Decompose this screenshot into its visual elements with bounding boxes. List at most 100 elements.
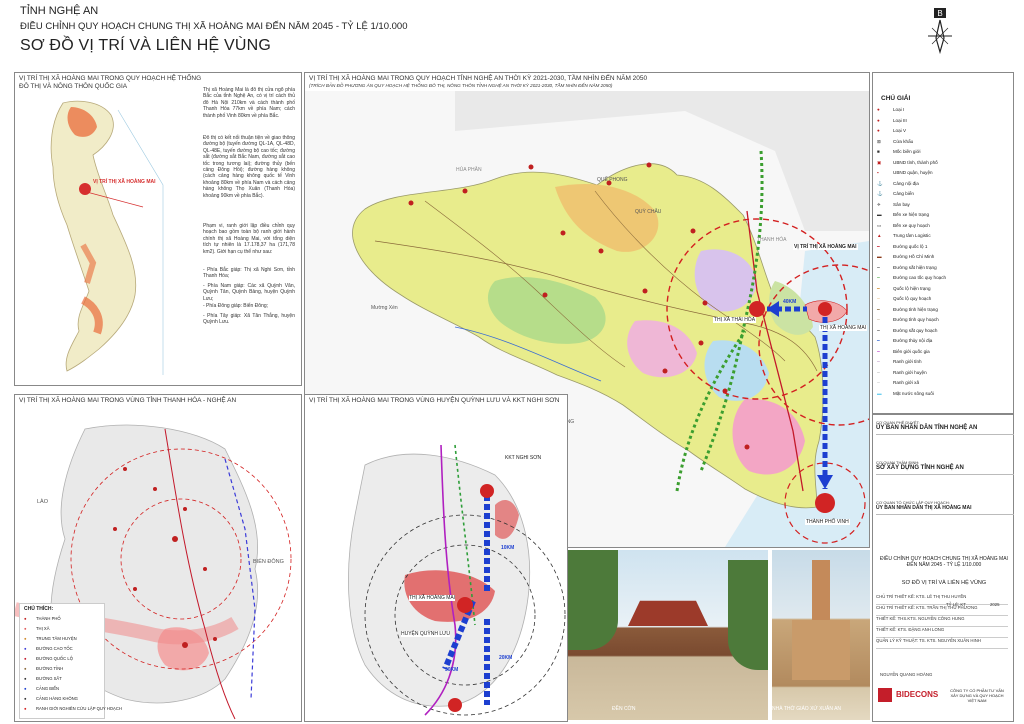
label-thanh-hoa: THANH HÓA — [757, 237, 787, 243]
vietnam-map — [23, 95, 173, 380]
region-legend-symbol-icon: ● — [24, 636, 27, 641]
tb-staff-row: QUẢN LÝ KỸ THUẬT: TS. KTS. NGUYỄN XUÂN H… — [876, 638, 1008, 649]
legend-item: ━ Đường tỉnh hiện trạng — [877, 307, 938, 313]
legend-item-label: UBND tỉnh, thành phố — [893, 159, 938, 165]
legend-symbol-icon: ┄ — [877, 296, 880, 301]
label-district-hoang-mai: THỊ XÃ HOÀNG MAI — [409, 595, 456, 601]
legend-item: ▭ Bến xe quy hoạch — [877, 223, 930, 229]
legend-symbol-icon: ⊠ — [877, 138, 881, 144]
legend-symbol-icon: ┄ — [877, 369, 880, 375]
legend-item-label: Đường tỉnh quy hoạch — [893, 317, 939, 322]
legend-symbol-icon: ⚓ — [877, 191, 883, 196]
legend-symbol-icon: ▲ — [877, 233, 882, 238]
tb-project: ĐIỀU CHỈNH QUY HOẠCH CHUNG THỊ XÃ HOÀNG … — [880, 556, 1008, 568]
label-quy-chau: QUỲ CHÂU — [635, 209, 662, 215]
legend-item: ┄ Đường tỉnh quy hoạch — [877, 317, 939, 323]
legend-symbol-icon: ┅ — [877, 275, 880, 280]
photo-caption-xuan-an: NHÀ THỜ GIÁO XỨ XUÂN AN — [772, 706, 842, 712]
panel-province-subtitle: (TRÍCH BẢN ĐỒ PHƯƠNG ÁN QUY HOẠCH HỆ THỐ… — [309, 83, 613, 88]
district-map — [305, 405, 567, 721]
legend-symbol-icon: ● — [877, 107, 880, 112]
legend-item: ▬ Mặt nước sông suối — [877, 391, 934, 396]
region-legend-item: ● TRUNG TÂM HUYỆN — [24, 636, 77, 641]
label-30km: 30KM — [445, 667, 459, 673]
region-legend-symbol-icon: ● — [24, 646, 27, 651]
legend-item: ┄ Quốc lộ quy hoạch — [877, 296, 931, 302]
region-legend-item-label: THỊ XÃ — [36, 626, 50, 631]
region-legend-item: ● CẢNG HÀNG KHÔNG — [24, 696, 78, 701]
national-map-label: VỊ TRÍ THỊ XÃ HOÀNG MAI — [93, 179, 156, 185]
region-legend-item-label: TRUNG TÂM HUYỆN — [36, 636, 77, 641]
region-legend-item: ● ĐƯỜNG QUỐC LỘ — [24, 656, 73, 661]
label-tx-hoang-mai: THỊ XÃ HOÀNG MAI — [819, 325, 868, 331]
legend-symbol-icon: ━ — [877, 338, 880, 343]
legend-item-label: Loại V — [893, 128, 907, 133]
region-legend-item: ● THỊ XÃ — [24, 626, 50, 631]
company-name: CÔNG TY CỔ PHẦN TƯ VẤN XÂY DỰNG VÀ QUY H… — [950, 688, 1004, 703]
label-lao: LÀO — [37, 499, 49, 505]
legend-item-label: Đường thủy nội địa — [893, 338, 933, 343]
legend-item-label: Biên giới quốc gia — [893, 348, 930, 354]
tb-organizer: CƠ QUAN TỔ CHỨC LẬP QUY HOẠCH: ỦY BAN NH… — [876, 500, 1014, 515]
project-title: ĐIỀU CHỈNH QUY HOẠCH CHUNG THỊ XÃ HOÀNG … — [20, 21, 408, 32]
legend-panel: CHÚ GIẢI ● Loại I ● Loại III ● Loại V ⊠ Cửa khẩ… — [872, 72, 1014, 414]
legend-item-label: Cửa khẩu — [893, 138, 914, 144]
legend-item-label: Bến xe quy hoạch — [893, 222, 930, 228]
label-kkt-nghi-son: KKT NGHI SƠN — [505, 455, 542, 461]
tb-staff: CHỦ TRÌ THIẾT KẾ: KTS. LÊ THỊ THU HUYỀN … — [876, 594, 1008, 649]
legend-symbol-icon: ┄ — [877, 359, 880, 364]
region-legend: CHÚ THÍCH: ● THÀNH PHỐ ● THỊ XÃ ● TRUNG TÂM H… — [19, 603, 122, 719]
panel-national-text2: Đô thị có kết nối thuận tiện về giao thô… — [203, 135, 295, 199]
company-logo-icon — [878, 688, 892, 702]
region-legend-item-label: ĐƯỜNG CAO TỐC — [36, 646, 73, 651]
label-distance-40km: 40KM — [783, 299, 797, 305]
tb-staff-row: THIẾT KẾ: KTS. ĐẶNG ANH LONG — [876, 627, 1008, 638]
legend-item: ┅ Đường sắt quy hoạch — [877, 328, 937, 334]
panel-region-title: VỊ TRÍ THỊ XÃ HOÀNG MAI TRONG VÙNG TỈNH … — [19, 397, 237, 404]
legend-item: ┅ Biên giới quốc gia — [877, 349, 930, 355]
legend-symbol-icon: ━ — [877, 243, 880, 249]
legend-item: ■ Mốc biên giới — [877, 149, 921, 154]
region-legend-item-label: CẢNG HÀNG KHÔNG — [36, 696, 78, 701]
panel-national: VỊ TRÍ THỊ XÃ HOÀNG MAI TRONG QUY HOẠCH … — [14, 72, 302, 386]
legend-item-label: Mốc biên giới — [893, 149, 921, 154]
region-legend-symbol-icon: ● — [24, 616, 27, 621]
legend-item-label: Đường quốc lộ 1 — [893, 243, 928, 249]
legend-item: ✈ Sân bay — [877, 202, 910, 208]
region-legend-item-label: RANH GIỚI NGHIÊN CỨU LẬP QUY HOẠCH — [36, 706, 122, 711]
label-bien-dong: BIỂN ĐÔNG — [253, 559, 284, 565]
legend-item-label: Mặt nước sông suối — [893, 390, 934, 396]
region-legend-symbol-icon: ● — [24, 656, 27, 661]
panel-national-subtitle: ĐÔ THỊ VÀ NÔNG THÔN QUỐC GIA — [19, 83, 128, 90]
legend-item: ┅ Đường cao tốc quy hoạch — [877, 275, 946, 281]
panel-national-bound-north: - Phía Bắc giáp: Thị xã Nghi Sơn, tỉnh T… — [203, 267, 295, 280]
region-legend-item-label: THÀNH PHỐ — [36, 616, 61, 621]
legend-item-label: Đường Hồ Chí Minh — [893, 254, 935, 259]
legend-item: ▣ UBND tỉnh, thành phố — [877, 160, 938, 166]
label-10km: 10KM — [501, 545, 515, 551]
legend-item-label: Đường tỉnh hiện trạng — [893, 306, 938, 312]
panel-national-bound-west: - Phía Tây giáp: Xã Tân Thắng, huyện Quỳ… — [203, 313, 295, 326]
legend-item: ▲ Trung tâm Logistic — [877, 233, 931, 238]
legend-item-label: Quốc lộ quy hoạch — [893, 296, 932, 301]
legend-symbol-icon: ┄ — [877, 380, 880, 385]
legend-item: ┄ Ranh giới huyện — [877, 370, 927, 376]
tb-scale: TỶ LỆ: KT — [946, 602, 966, 607]
label-20km: 20KM — [499, 655, 513, 661]
region-legend-item: ● THÀNH PHỐ — [24, 616, 61, 621]
company-logo-text: BIDECONS — [896, 690, 939, 699]
legend-item: ● Loại I — [877, 107, 904, 112]
legend-item-label: Sân bay — [893, 201, 910, 207]
tb-appraise: CƠ QUAN THẨM ĐỊNH: SỞ XÂY DỰNG TỈNH NGHỆ… — [876, 460, 1014, 475]
legend-item: ▬ Bến xe hiện trạng — [877, 212, 929, 217]
label-tx-thai-hoa: THỊ XÃ THÁI HÒA — [713, 317, 757, 323]
tb-staff-row: CHỦ TRÌ THIẾT KẾ: KTS. LÊ THỊ THU HUYỀN — [876, 594, 1008, 605]
legend-symbol-icon: ✈ — [877, 201, 881, 207]
panel-national-text1: Thị xã Hoàng Mai là đô thị cửa ngõ phía … — [203, 87, 295, 119]
legend-symbol-icon: ▪ — [877, 170, 879, 175]
photo-caption-den-con: ĐỀN CỜN — [612, 706, 636, 712]
region-legend-item-label: ĐƯỜNG SẮT — [36, 676, 62, 681]
legend-symbol-icon: ┄ — [877, 317, 880, 322]
sheet-title: SƠ ĐỒ VỊ TRÍ VÀ LIÊN HỆ VÙNG — [20, 37, 272, 54]
region-legend-item-label: ĐƯỜNG TỈNH — [36, 666, 64, 671]
